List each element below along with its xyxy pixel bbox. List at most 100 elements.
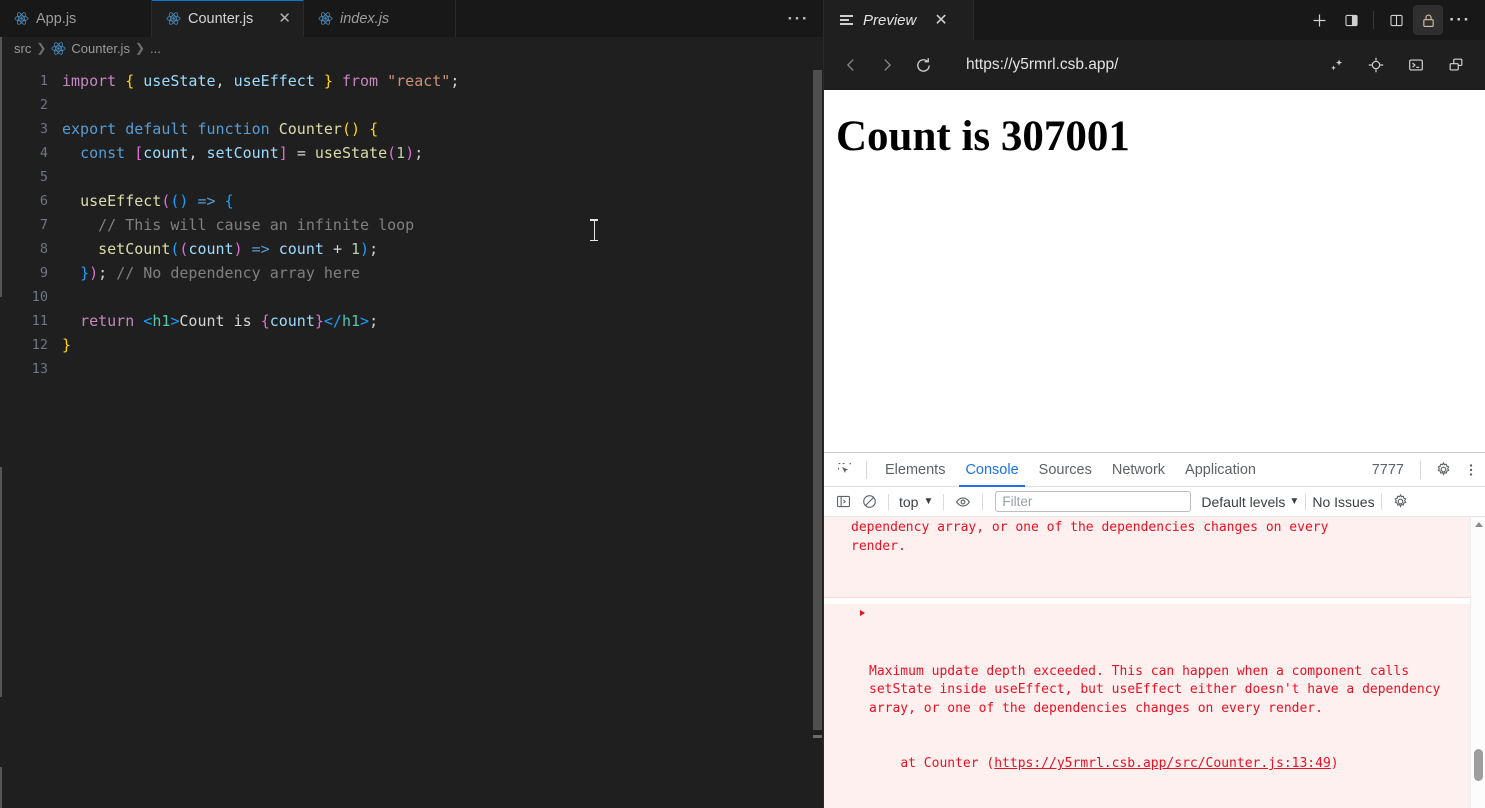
error-count-badge[interactable]: 7777 [1364, 462, 1412, 478]
console-messages[interactable]: dependency array, or one of the dependen… [824, 517, 1485, 808]
line-number: 3 [39, 121, 48, 137]
expand-arrow-icon[interactable] [860, 610, 865, 616]
preview-tab-bar: Preview ✕ ··· [824, 0, 1485, 40]
divider [1305, 493, 1307, 510]
line-number: 8 [39, 241, 48, 257]
breadcrumb-item-src[interactable]: src [14, 41, 31, 56]
react-icon [14, 12, 29, 25]
code-line-text: useEffect(() => { [80, 192, 234, 210]
code-line: 10 [0, 285, 823, 309]
console-sidebar-icon[interactable] [830, 490, 856, 514]
divider [888, 493, 889, 510]
toggle-sidebar-button[interactable] [1336, 5, 1366, 35]
popout-icon[interactable] [1441, 50, 1471, 80]
editor-tab-app-js[interactable]: App.js [0, 0, 152, 37]
stack-prefix: at Counter ( [869, 756, 995, 771]
code-line: 9 }); // No dependency array here [0, 261, 823, 285]
line-number: 4 [39, 145, 48, 161]
chevron-down-icon: ▼ [1289, 496, 1300, 507]
devtools-tab-sources[interactable]: Sources [1029, 453, 1102, 487]
code-content[interactable]: 1 import { useState, useEffect } from "r… [0, 59, 823, 808]
preview-tab[interactable]: Preview ✕ [824, 0, 974, 40]
issues-status[interactable]: No Issues [1312, 494, 1374, 510]
list-icon [840, 15, 853, 25]
scroll-up-arrow-icon[interactable] [1471, 517, 1485, 532]
code-line: 7 // This will cause an infinite loop [0, 213, 823, 237]
log-levels-value: Default levels [1201, 493, 1286, 510]
chevron-right-icon: ❯ [36, 41, 47, 55]
back-button[interactable] [836, 50, 866, 80]
reload-button[interactable] [908, 50, 938, 80]
lock-button[interactable] [1413, 5, 1443, 35]
editor-tab-label: index.js [340, 10, 390, 27]
editor-tab-bar: App.js Counter.js ✕ index.js ··· [0, 0, 823, 37]
browser-preview-pane: Preview ✕ ··· https://y5rmrl.csb.app/ Co… [824, 0, 1485, 808]
code-line-text: setCount((count) => count + 1); [98, 240, 379, 258]
stack-source-link[interactable]: https://y5rmrl.csb.app/src/Counter.js:13… [994, 756, 1331, 771]
console-message[interactable]: dependency array, or one of the dependen… [824, 517, 1470, 598]
code-line: 13 [0, 357, 823, 381]
console-scrollbar-thumb[interactable] [1474, 749, 1483, 781]
log-levels-select[interactable]: Default levels ▼ [1201, 494, 1299, 510]
code-line: 4 const [count, setCount] = useState(1); [0, 141, 823, 165]
devtools-tab-console[interactable]: Console [955, 453, 1028, 487]
console-message-text: Maximum update depth exceeded. This can … [869, 663, 1449, 716]
line-number: 13 [31, 361, 48, 377]
gear-icon[interactable] [1429, 457, 1457, 483]
code-line: 11 return <h1>Count is {count}</h1>; [0, 309, 823, 333]
preview-actions: ··· [1304, 0, 1485, 40]
code-line: 12 } [0, 333, 823, 357]
url-input[interactable]: https://y5rmrl.csb.app/ [944, 56, 1315, 74]
sparkle-icon[interactable] [1321, 50, 1351, 80]
console-settings-gear-icon[interactable] [1388, 490, 1414, 514]
new-tab-button[interactable] [1304, 5, 1334, 35]
kebab-menu-icon[interactable] [1457, 457, 1485, 483]
line-number: 2 [39, 97, 48, 113]
console-message-text: dependency array, or one of the dependen… [851, 520, 1329, 554]
code-line-text: }); // No dependency array here [80, 264, 361, 282]
stack-suffix: ) [1330, 756, 1339, 771]
line-number: 7 [39, 217, 48, 233]
preview-tab-label: Preview [863, 11, 917, 29]
inspect-element-icon[interactable] [830, 457, 858, 483]
more-options-button[interactable]: ··· [1445, 5, 1475, 35]
execution-context-select[interactable]: top ▼ [895, 494, 937, 510]
execution-context-value: top [899, 493, 919, 510]
console-scrollbar[interactable] [1470, 517, 1485, 808]
editor-tabbar-empty [456, 0, 823, 37]
editor-tab-counter-js[interactable]: Counter.js ✕ [152, 0, 304, 37]
editor-tabbar-more-button[interactable]: ··· [788, 0, 809, 37]
react-icon [318, 12, 333, 25]
devtools-tab-elements[interactable]: Elements [875, 453, 955, 487]
code-line: 5 [0, 165, 823, 189]
target-icon[interactable] [1361, 50, 1391, 80]
devtools-tab-bar: Elements Console Sources Network Applica… [824, 453, 1485, 487]
breadcrumb-item-counter-js[interactable]: Counter.js [71, 41, 130, 56]
code-editor-pane: App.js Counter.js ✕ index.js ··· src ❯ C… [0, 0, 824, 808]
react-icon [51, 41, 66, 55]
editor-scrollbar[interactable] [811, 70, 823, 790]
code-line-text: // This will cause an infinite loop [62, 216, 415, 234]
breadcrumb-item-symbols[interactable]: ... [150, 41, 161, 56]
devtools-tab-application[interactable]: Application [1175, 453, 1266, 487]
split-view-button[interactable] [1381, 5, 1411, 35]
editor-scrollbar-thumb[interactable] [813, 70, 822, 730]
close-icon[interactable]: ✕ [266, 11, 291, 26]
devtools-tab-network[interactable]: Network [1102, 453, 1175, 487]
editor-left-rail [0, 37, 2, 808]
console-filter-input[interactable] [995, 491, 1192, 512]
live-expression-icon[interactable] [950, 490, 976, 514]
console-icon[interactable] [1401, 50, 1431, 80]
editor-tab-index-js[interactable]: index.js [304, 0, 456, 37]
code-line: 3 export default function Counter() { [0, 117, 823, 141]
line-number: 9 [39, 265, 48, 281]
console-message[interactable]: Maximum update depth exceeded. This can … [824, 604, 1470, 808]
preview-tabbar-empty [974, 0, 1304, 40]
code-line-text: export default function Counter() { [62, 120, 379, 138]
app-root: App.js Counter.js ✕ index.js ··· src ❯ C… [0, 0, 1485, 808]
close-icon[interactable]: ✕ [934, 10, 947, 30]
divider [1380, 493, 1382, 510]
code-line-text: return <h1>Count is {count}</h1>; [80, 312, 379, 330]
forward-button[interactable] [872, 50, 902, 80]
clear-console-icon[interactable] [856, 490, 882, 514]
